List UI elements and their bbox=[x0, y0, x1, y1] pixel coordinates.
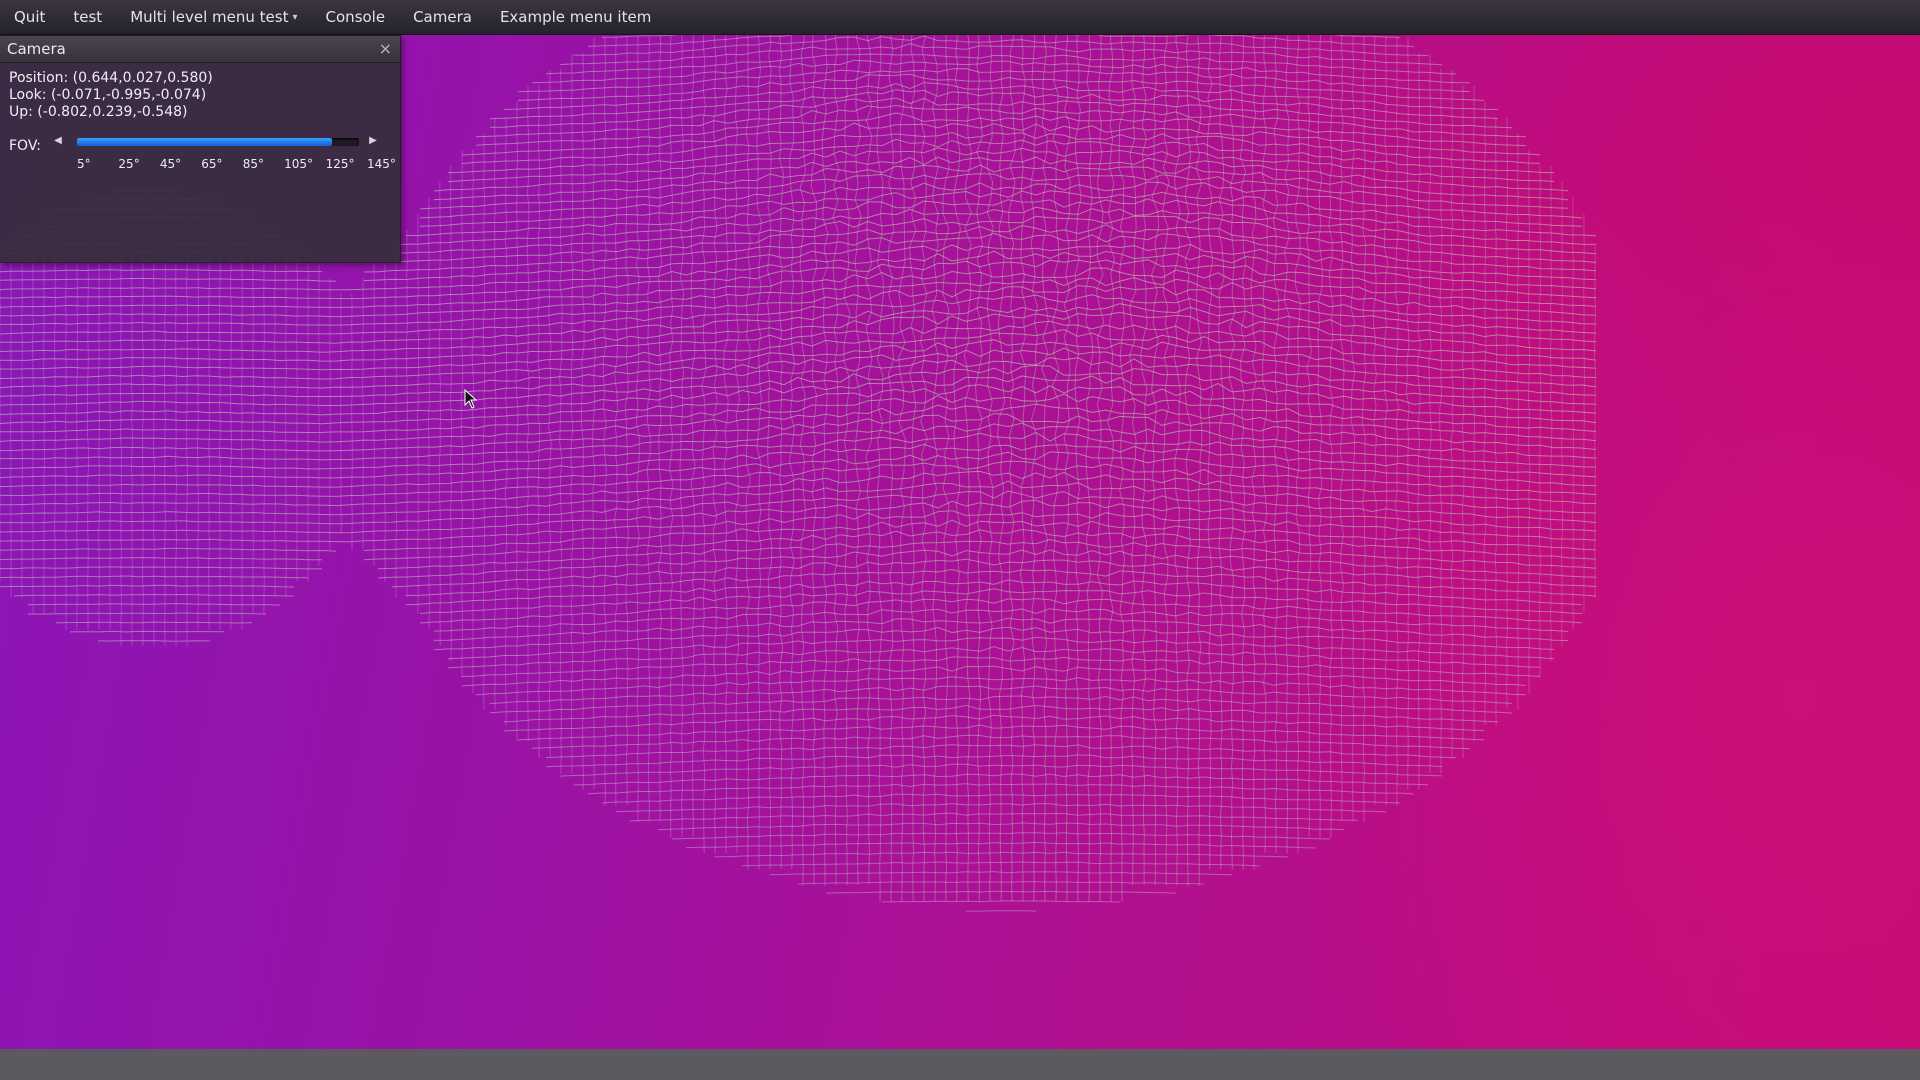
fov-tick: 65° bbox=[201, 157, 223, 171]
fov-tick: 125° bbox=[325, 157, 355, 171]
menu-multi-level[interactable]: Multi level menu test ▾ bbox=[116, 0, 311, 35]
camera-window: Camera × Position: (0.644,0.027,0.580) L… bbox=[0, 35, 401, 263]
menu-console[interactable]: Console bbox=[312, 0, 400, 35]
menu-quit[interactable]: Quit bbox=[0, 0, 59, 35]
fov-tick: 145° bbox=[367, 157, 396, 171]
status-bar bbox=[0, 1049, 1920, 1080]
fov-tick-labels: 5° 25° 45° 65° 85° 105° 125° 145° bbox=[9, 157, 409, 173]
fov-tick: 85° bbox=[242, 157, 264, 171]
camera-position: Position: (0.644,0.027,0.580) bbox=[9, 70, 213, 86]
camera-look: Look: (-0.071,-0.995,-0.074) bbox=[9, 87, 207, 103]
close-icon[interactable]: × bbox=[379, 41, 392, 57]
app-window: Quit test Multi level menu test ▾ Consol… bbox=[0, 0, 1920, 1080]
menu-camera[interactable]: Camera bbox=[399, 0, 486, 35]
menu-test[interactable]: test bbox=[59, 0, 116, 35]
camera-up: Up: (-0.802,0.239,-0.548) bbox=[9, 104, 188, 120]
camera-window-body: Position: (0.644,0.027,0.580) Look: (-0.… bbox=[0, 63, 400, 180]
fov-slider[interactable] bbox=[77, 138, 359, 146]
camera-window-titlebar[interactable]: Camera × bbox=[0, 36, 400, 63]
fov-slider-fill bbox=[77, 138, 332, 146]
fov-tick: 45° bbox=[159, 157, 182, 171]
camera-window-title: Camera bbox=[7, 40, 66, 58]
menu-bar: Quit test Multi level menu test ▾ Consol… bbox=[0, 0, 1920, 35]
fov-tick: 5° bbox=[77, 157, 91, 171]
fov-tick: 105° bbox=[284, 157, 314, 171]
menu-example[interactable]: Example menu item bbox=[486, 0, 665, 35]
fov-tick: 25° bbox=[118, 157, 140, 171]
chevron-down-icon: ▾ bbox=[292, 11, 298, 23]
chevron-left-icon[interactable]: ◀ bbox=[50, 133, 66, 149]
mouse-pointer-icon bbox=[464, 389, 478, 409]
chevron-right-icon[interactable]: ▶ bbox=[365, 133, 381, 149]
fov-label: FOV: bbox=[9, 138, 41, 154]
fov-control: FOV: ◀ ▶ 5° 25° 45° 65° 85° 105° 125° 14… bbox=[9, 125, 396, 173]
